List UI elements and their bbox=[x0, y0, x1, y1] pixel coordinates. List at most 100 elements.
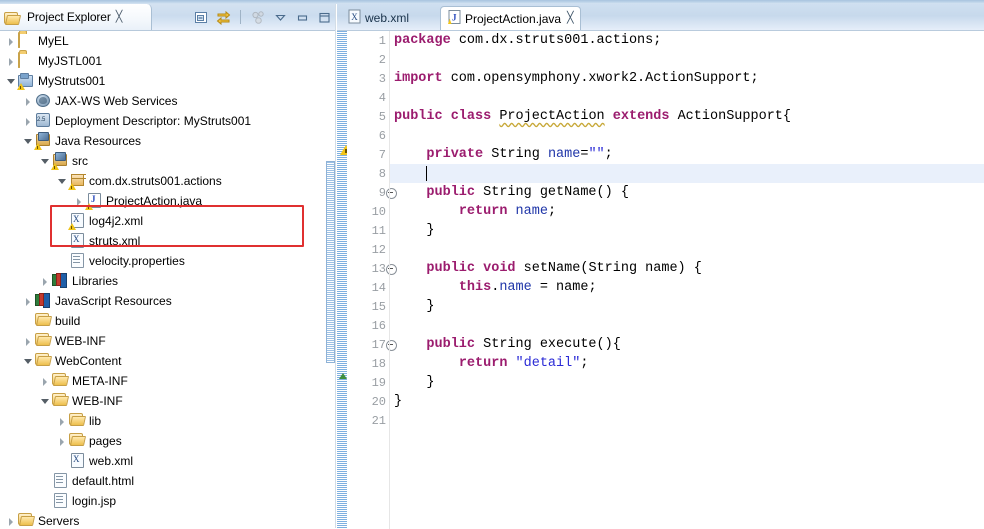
chevron-right-icon[interactable] bbox=[6, 516, 17, 527]
line-number-label: 16 bbox=[371, 318, 386, 333]
chevron-down-icon[interactable] bbox=[23, 136, 34, 147]
tree-item-build[interactable]: build bbox=[0, 311, 320, 331]
folder-open-icon bbox=[18, 513, 34, 529]
code-token: = name; bbox=[531, 280, 597, 295]
line-number-label: 1 bbox=[378, 33, 386, 48]
tree-item-servers[interactable]: Servers bbox=[0, 511, 320, 529]
line-number: 20 bbox=[347, 392, 389, 411]
chevron-right-icon[interactable] bbox=[57, 436, 68, 447]
code-line[interactable] bbox=[390, 411, 984, 430]
tab-project-explorer[interactable]: Project Explorer ╳ bbox=[0, 4, 152, 30]
code-line[interactable]: } bbox=[390, 221, 984, 240]
tree-item-pages[interactable]: pages bbox=[0, 431, 320, 451]
tree-item-jax-ws-web-services[interactable]: JAX-WS Web Services bbox=[0, 91, 320, 111]
code-line[interactable]: } bbox=[390, 392, 984, 411]
tree-item-myel[interactable]: MyEL bbox=[0, 31, 320, 51]
tree-item-deployment-descriptor-mystruts001[interactable]: Deployment Descriptor: MyStruts001 bbox=[0, 111, 320, 131]
tree-item-com-dx-struts001-actions[interactable]: com.dx.struts001.actions bbox=[0, 171, 320, 191]
chevron-right-icon[interactable] bbox=[57, 416, 68, 427]
explorer-editor-sash[interactable] bbox=[335, 4, 336, 528]
maximize-icon[interactable] bbox=[316, 9, 332, 25]
line-number: 1 bbox=[347, 31, 389, 50]
code-line[interactable] bbox=[390, 316, 984, 335]
library-icon bbox=[35, 293, 51, 309]
source-code[interactable]: package com.dx.struts001.actions; import … bbox=[390, 31, 984, 529]
code-line[interactable]: public String getName() { bbox=[390, 183, 984, 202]
code-line[interactable]: import com.opensymphony.xwork2.ActionSup… bbox=[390, 69, 984, 88]
tree-item-src[interactable]: src bbox=[0, 151, 320, 171]
tree-item-web-xml[interactable]: web.xml bbox=[0, 451, 320, 471]
code-line[interactable]: public String execute(){ bbox=[390, 335, 984, 354]
tree-item-javascript-resources[interactable]: JavaScript Resources bbox=[0, 291, 320, 311]
tree-item-default-html[interactable]: default.html bbox=[0, 471, 320, 491]
tree-item-label: lib bbox=[89, 414, 102, 428]
chevron-down-icon[interactable] bbox=[40, 156, 51, 167]
line-number: 3 bbox=[347, 69, 389, 88]
chevron-right-icon[interactable] bbox=[23, 296, 34, 307]
code-line[interactable]: package com.dx.struts001.actions; bbox=[390, 31, 984, 50]
tree-item-libraries[interactable]: Libraries bbox=[0, 271, 320, 291]
explorer-scrollbar-thumb[interactable] bbox=[326, 161, 335, 363]
tree-item-web-inf[interactable]: WEB-INF bbox=[0, 331, 320, 351]
chevron-down-icon[interactable] bbox=[57, 176, 68, 187]
view-menu-icon[interactable] bbox=[272, 9, 288, 25]
code-line[interactable]: } bbox=[390, 297, 984, 316]
code-line[interactable]: } bbox=[390, 373, 984, 392]
close-icon[interactable]: ╳ bbox=[567, 13, 574, 24]
tab-web-xml[interactable]: X web.xml bbox=[341, 6, 415, 30]
chevron-right-icon[interactable] bbox=[6, 56, 17, 67]
editor-body[interactable]: 1 2 3 4 5 6 7 8 9 10 11 12 13 14 15 16 17 18 19 20 21 packag… bbox=[337, 31, 984, 529]
code-line[interactable] bbox=[390, 50, 984, 69]
code-line[interactable] bbox=[390, 88, 984, 107]
tree-item-mystruts001[interactable]: MyStruts001 bbox=[0, 71, 320, 91]
collapse-all-icon[interactable] bbox=[193, 9, 209, 25]
tree-item-projectaction-java[interactable]: ProjectAction.java bbox=[0, 191, 320, 211]
tree-item-myjstl001[interactable]: MyJSTL001 bbox=[0, 51, 320, 71]
tab-projectaction-java[interactable]: J ProjectAction.java ╳ bbox=[440, 6, 581, 30]
chevron-down-icon[interactable] bbox=[6, 76, 17, 87]
tree-item-web-inf[interactable]: WEB-INF bbox=[0, 391, 320, 411]
chevron-down-icon[interactable] bbox=[23, 356, 34, 367]
link-with-editor-icon[interactable] bbox=[215, 9, 231, 25]
tree-item-java-resources[interactable]: Java Resources bbox=[0, 131, 320, 151]
chevron-right-icon[interactable] bbox=[6, 36, 17, 47]
tree-item-webcontent[interactable]: WebContent bbox=[0, 351, 320, 371]
warning-badge-icon bbox=[51, 163, 59, 170]
code-line[interactable]: public class ProjectAction extends Actio… bbox=[390, 107, 984, 126]
tree-item-meta-inf[interactable]: META-INF bbox=[0, 371, 320, 391]
chevron-right-icon[interactable] bbox=[40, 276, 51, 287]
code-line[interactable]: public void setName(String name) { bbox=[390, 259, 984, 278]
chevron-down-icon[interactable] bbox=[40, 396, 51, 407]
tree-item-lib[interactable]: lib bbox=[0, 411, 320, 431]
code-line[interactable]: return "detail"; bbox=[390, 354, 984, 373]
line-number: 7 bbox=[347, 145, 389, 164]
tree-item-velocity-properties[interactable]: velocity.properties bbox=[0, 251, 320, 271]
folder-open-icon bbox=[35, 353, 51, 369]
code-line[interactable] bbox=[390, 240, 984, 259]
project-tree[interactable]: MyEL MyJSTL001 MyStruts001 JAX-WS Web Servi… bbox=[0, 31, 336, 529]
tree-item-struts-xml[interactable]: struts.xml bbox=[0, 231, 320, 251]
chevron-right-icon[interactable] bbox=[23, 96, 34, 107]
tree-item-label: MyJSTL001 bbox=[38, 54, 103, 68]
chevron-right-icon[interactable] bbox=[23, 336, 34, 347]
minimize-icon[interactable] bbox=[294, 9, 310, 25]
tree-item-login-jsp[interactable]: login.jsp bbox=[0, 491, 320, 511]
chevron-right-icon[interactable] bbox=[40, 376, 51, 387]
tree-item-log4j2-xml[interactable]: log4j2.xml bbox=[0, 211, 320, 231]
code-line[interactable]: private String name=""; bbox=[390, 145, 984, 164]
chevron-right-icon[interactable] bbox=[23, 116, 34, 127]
code-line[interactable]: this.name = name; bbox=[390, 278, 984, 297]
code-line[interactable] bbox=[390, 164, 984, 183]
line-number: 14 bbox=[347, 278, 389, 297]
code-line[interactable] bbox=[390, 126, 984, 145]
chevron-right-icon[interactable] bbox=[74, 196, 85, 207]
line-number: 18 bbox=[347, 354, 389, 373]
close-icon[interactable]: ╳ bbox=[116, 11, 123, 23]
code-line[interactable]: return name; bbox=[390, 202, 984, 221]
focus-on-active-task-icon[interactable] bbox=[250, 9, 266, 25]
line-number-label: 15 bbox=[371, 299, 386, 314]
code-token: name bbox=[499, 280, 532, 295]
